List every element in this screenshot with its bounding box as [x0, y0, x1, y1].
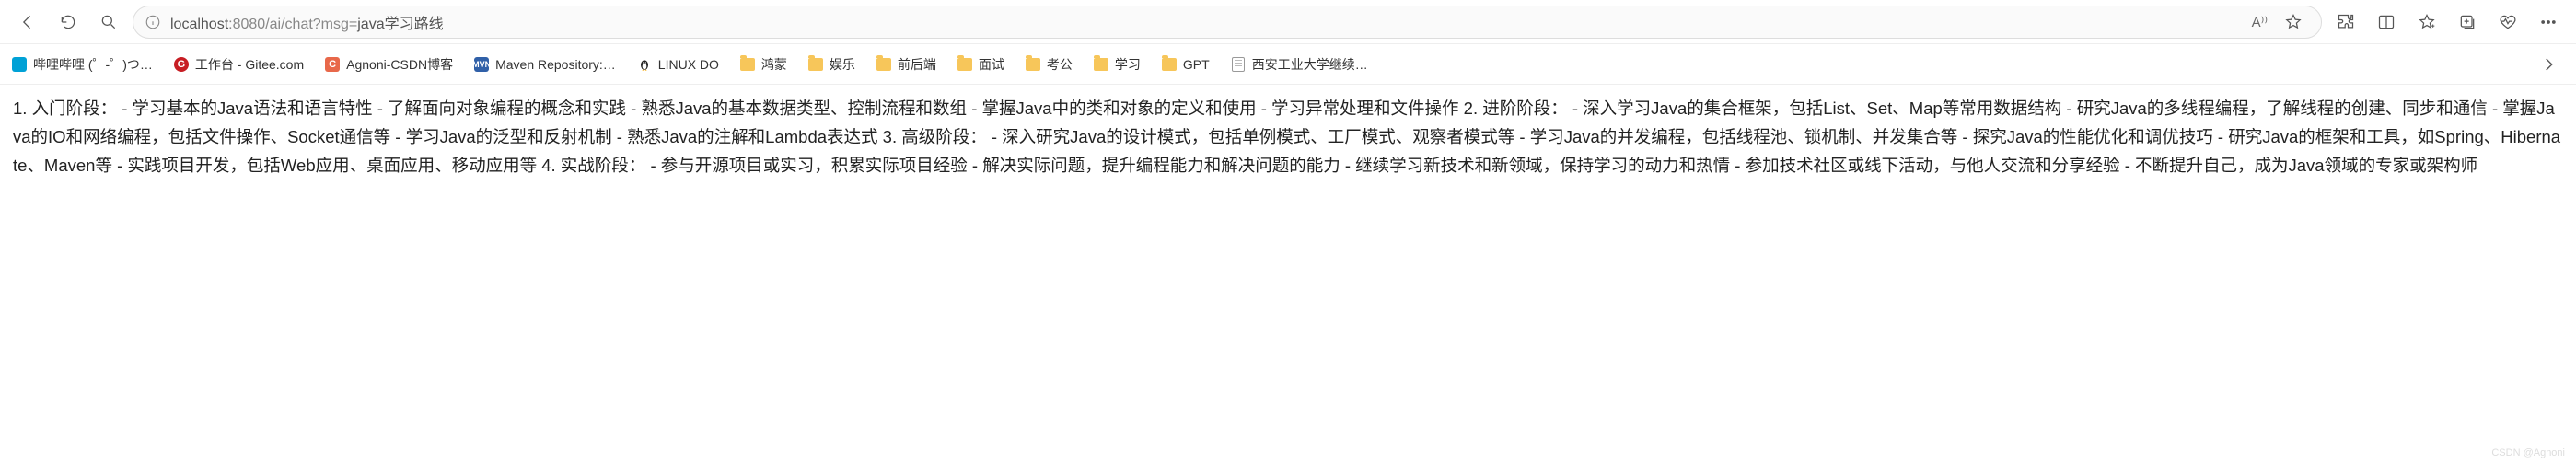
- bookmark-label: Maven Repository:…: [495, 57, 616, 72]
- collections-button[interactable]: [2451, 6, 2484, 39]
- folder-icon: [1093, 56, 1109, 73]
- bookmark-csdn[interactable]: C Agnoni-CSDN博客: [324, 55, 453, 74]
- bookmark-xuexi[interactable]: 学习: [1093, 55, 1141, 74]
- bookmark-label: 前后端: [898, 55, 936, 74]
- bookmarks-bar: 哔哩哔哩 (゜-゜)つ… G 工作台 - Gitee.com C Agnoni-CSDN…: [0, 44, 2576, 85]
- maven-favicon: MVN: [473, 56, 490, 73]
- bookmark-xatu[interactable]: 西安工业大学继续…: [1230, 55, 1368, 74]
- folder-icon: [876, 56, 892, 73]
- browser-toolbar: localhost:8080/ai/chat?msg=java学习路线 A⁾⁾: [0, 0, 2576, 44]
- chevron-right-icon: [2540, 56, 2557, 73]
- search-button[interactable]: [92, 6, 125, 39]
- bookmark-maven[interactable]: MVN Maven Repository:…: [473, 56, 616, 73]
- bookmark-qianhou[interactable]: 前后端: [876, 55, 936, 74]
- bookmark-bilibili[interactable]: 哔哩哔哩 (゜-゜)つ…: [11, 55, 153, 74]
- back-button[interactable]: [11, 6, 44, 39]
- star-icon: [2284, 13, 2303, 31]
- favorite-button[interactable]: [2277, 6, 2310, 39]
- folder-icon: [739, 56, 756, 73]
- heartbeat-icon: [2499, 13, 2517, 31]
- bookmark-kaogong[interactable]: 考公: [1025, 55, 1073, 74]
- bookmark-label: 娱乐: [830, 55, 855, 74]
- gitee-favicon: G: [173, 56, 190, 73]
- bookmark-label: 工作台 - Gitee.com: [195, 55, 304, 74]
- folder-icon: [957, 56, 973, 73]
- bookmark-label: 考公: [1047, 55, 1073, 74]
- address-bar[interactable]: localhost:8080/ai/chat?msg=java学习路线 A⁾⁾: [133, 6, 2322, 39]
- address-host: localhost:8080/ai/chat?msg=java学习路线: [170, 11, 444, 33]
- watermark: CSDN @Agnoni: [2491, 447, 2565, 458]
- bookmark-gitee[interactable]: G 工作台 - Gitee.com: [173, 55, 304, 74]
- bookmark-mianshi[interactable]: 面试: [957, 55, 1004, 74]
- bookmark-linuxdo[interactable]: LINUX DO: [636, 56, 719, 73]
- bookmark-label: 哔哩哔哩 (゜-゜)つ…: [33, 55, 153, 74]
- bookmark-hongmeng[interactable]: 鸿蒙: [739, 55, 787, 74]
- collections-icon: [2458, 13, 2477, 31]
- bookmark-label: 西安工业大学继续…: [1252, 55, 1368, 74]
- arrow-left-icon: [18, 13, 37, 31]
- favorites-button[interactable]: [2410, 6, 2443, 39]
- bookmark-yule[interactable]: 娱乐: [807, 55, 855, 74]
- search-icon: [99, 13, 118, 31]
- extensions-button[interactable]: [2329, 6, 2362, 39]
- site-info-icon[interactable]: [145, 14, 161, 30]
- star-plus-icon: [2418, 13, 2436, 31]
- page-icon: [1230, 56, 1247, 73]
- bookmark-gpt[interactable]: GPT: [1161, 56, 1210, 73]
- performance-button[interactable]: [2491, 6, 2524, 39]
- bookmark-label: 鸿蒙: [761, 55, 787, 74]
- bilibili-favicon: [11, 56, 28, 73]
- read-aloud-icon[interactable]: A⁾⁾: [2252, 14, 2268, 30]
- folder-icon: [1025, 56, 1041, 73]
- split-icon: [2377, 13, 2396, 31]
- refresh-icon: [59, 13, 77, 31]
- puzzle-icon: [2337, 13, 2355, 31]
- penguin-icon: [636, 56, 653, 73]
- bookmark-label: 学习: [1115, 55, 1141, 74]
- bookmarks-overflow-button[interactable]: [2532, 56, 2565, 73]
- folder-icon: [1161, 56, 1178, 73]
- page-content: 1. 入门阶段： - 学习基本的Java语法和语言特性 - 了解面向对象编程的概…: [0, 85, 2576, 189]
- menu-button[interactable]: [2532, 6, 2565, 39]
- refresh-button[interactable]: [52, 6, 85, 39]
- folder-icon: [807, 56, 824, 73]
- split-screen-button[interactable]: [2370, 6, 2403, 39]
- bookmark-label: Agnoni-CSDN博客: [346, 55, 453, 74]
- bookmark-label: LINUX DO: [658, 57, 719, 72]
- csdn-favicon: C: [324, 56, 341, 73]
- ellipsis-icon: [2539, 13, 2558, 31]
- bookmark-label: 面试: [979, 55, 1004, 74]
- bookmark-label: GPT: [1183, 57, 1210, 72]
